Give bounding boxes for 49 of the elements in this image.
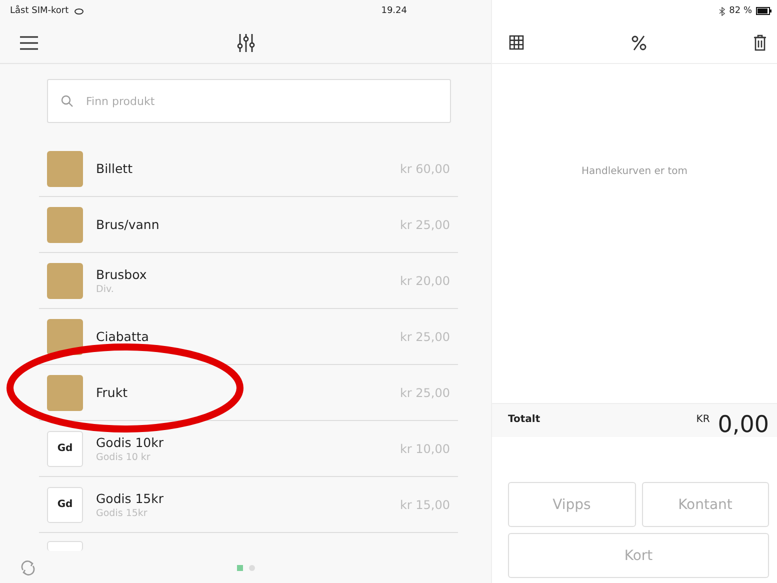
product-row[interactable]: Brus/vann kr 25,00 xyxy=(39,197,458,253)
link-icon xyxy=(74,8,84,14)
product-initials: Gd xyxy=(47,430,83,466)
product-price: kr 15,00 xyxy=(400,498,450,512)
product-initials: Gd xyxy=(47,486,83,522)
product-name: Billett xyxy=(96,161,134,176)
product-subtitle: Div. xyxy=(96,284,115,294)
empty-cart-message: Handlekurven er tom xyxy=(581,166,688,179)
product-name: Ciabatta xyxy=(96,329,150,344)
battery-percent: 82 % xyxy=(729,6,752,16)
photo-placeholder xyxy=(47,150,83,186)
percent-icon[interactable] xyxy=(630,34,646,50)
product-price: kr 25,00 xyxy=(400,386,450,400)
menu-icon[interactable] xyxy=(20,36,38,50)
total-amount: 0,00 xyxy=(718,412,769,438)
product-row[interactable]: Frukt kr 25,00 xyxy=(39,365,458,421)
carrier-text: Låst SIM-kort xyxy=(10,6,69,16)
total-label: Totalt xyxy=(508,414,542,425)
product-row[interactable]: Brusbox Div. kr 20,00 xyxy=(39,253,458,309)
product-subtitle: Godis 10 kr xyxy=(96,452,152,462)
product-name: Godis 10kr xyxy=(96,434,165,450)
photo-placeholder xyxy=(47,262,83,298)
product-price: kr 20,00 xyxy=(400,274,450,288)
bluetooth-icon xyxy=(719,6,726,16)
product-price: kr 10,00 xyxy=(400,442,450,456)
grid-icon[interactable] xyxy=(509,35,524,50)
search-icon xyxy=(61,95,73,107)
product-thumbnail xyxy=(47,541,83,551)
clock-time: 19.24 xyxy=(381,6,407,16)
photo-placeholder xyxy=(47,374,83,410)
product-name: Godis 15kr xyxy=(96,490,165,506)
product-row[interactable]: Ciabatta kr 25,00 xyxy=(39,309,458,365)
refresh-icon[interactable] xyxy=(20,560,36,576)
product-name: Brus/vann xyxy=(96,217,160,232)
product-row[interactable]: Gd Godis 10kr Godis 10 kr kr 10,00 xyxy=(39,421,458,477)
product-name: Brusbox xyxy=(96,266,148,282)
product-row[interactable]: Gd Godis 15kr Godis 15kr kr 15,00 xyxy=(39,477,458,533)
product-row[interactable]: Billett kr 60,00 xyxy=(39,141,458,197)
product-name: Frukt xyxy=(96,385,128,400)
search-field[interactable]: Finn produkt xyxy=(47,79,451,123)
currency-label: KR xyxy=(696,414,710,425)
product-price: kr 25,00 xyxy=(400,218,450,232)
product-price: kr 25,00 xyxy=(400,330,450,344)
product-price: kr 60,00 xyxy=(400,162,450,176)
product-subtitle: Godis 15kr xyxy=(96,508,148,518)
trash-icon[interactable] xyxy=(753,34,767,51)
filter-sliders-icon[interactable] xyxy=(236,32,254,52)
photo-placeholder xyxy=(47,206,83,242)
battery-icon xyxy=(756,7,772,15)
